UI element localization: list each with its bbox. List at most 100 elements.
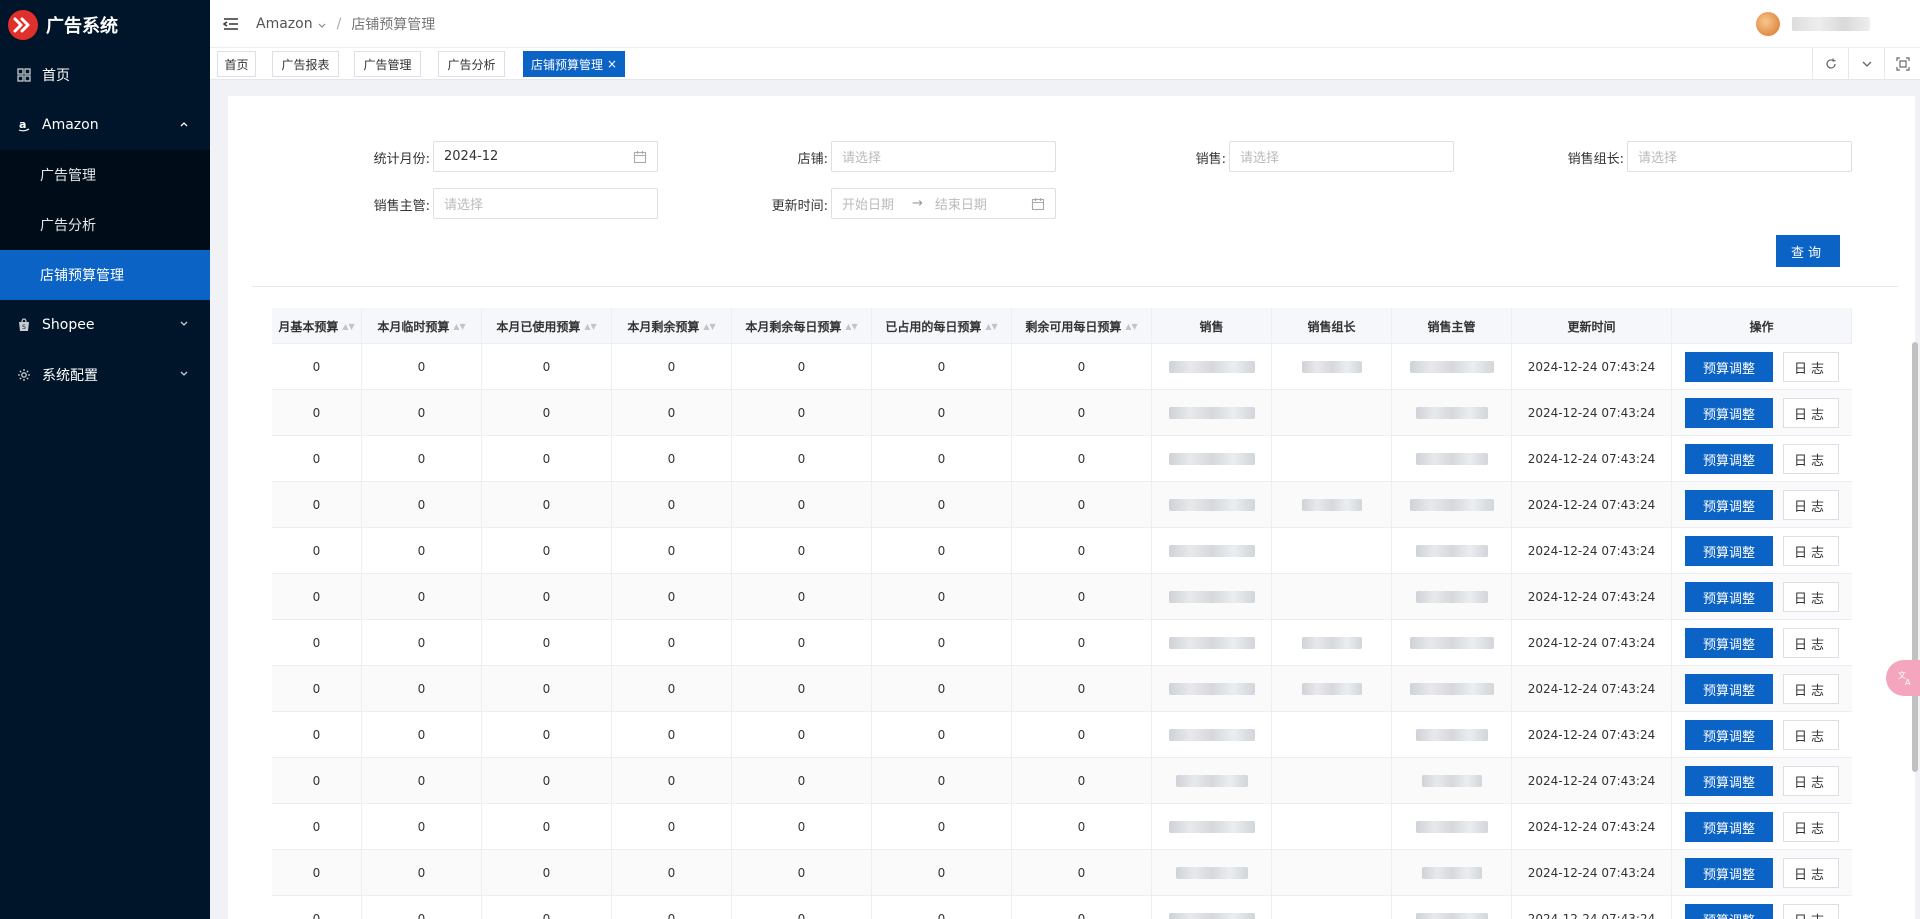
update-time-range-picker[interactable]: 开始日期 → 结束日期 [831, 188, 1056, 219]
sidebar-item-shop-budget[interactable]: 店铺预算管理 [0, 250, 210, 300]
translate-icon[interactable]: 文A [1886, 660, 1920, 696]
budget-adjust-button[interactable]: 预算调整 [1685, 536, 1773, 566]
fullscreen-icon[interactable] [1884, 48, 1920, 79]
actions-cell: 预算调整日志 [1672, 436, 1852, 482]
log-button[interactable]: 日志 [1783, 720, 1839, 750]
budget-cell: 0 [612, 896, 732, 919]
col-used-budget[interactable]: 本月已使用预算 ▲▼ [482, 308, 612, 344]
budget-adjust-button[interactable]: 预算调整 [1685, 720, 1773, 750]
log-button[interactable]: 日志 [1783, 536, 1839, 566]
breadcrumb: Amazon / 店铺预算管理 [256, 14, 435, 34]
sidebar-item-shopee[interactable]: S Shopee [0, 300, 210, 350]
tab-home[interactable]: 首页 [217, 51, 256, 77]
col-monthly-base-budget[interactable]: 月基本预算 ▲▼ [272, 308, 362, 344]
budget-adjust-button[interactable]: 预算调整 [1685, 352, 1773, 382]
tab-shop-budget[interactable]: 店铺预算管理 × [523, 51, 625, 77]
breadcrumb-current: 店铺预算管理 [351, 16, 436, 33]
tabs-bar: 首页 广告报表 广告管理 广告分析 店铺预算管理 × [210, 48, 1920, 80]
log-button[interactable]: 日志 [1783, 352, 1839, 382]
budget-table: 月基本预算 ▲▼ 本月临时预算 ▲▼ 本月已使用预算 ▲▼ 本月剩余预算 ▲▼ 本月剩余… [272, 308, 1852, 919]
breadcrumb-root[interactable]: Amazon [256, 16, 313, 32]
chevron-down-icon[interactable] [317, 19, 327, 29]
update-time-cell: 2024-12-24 07:43:24 [1512, 896, 1672, 919]
logo[interactable]: 广告系统 [0, 0, 210, 50]
refresh-icon[interactable] [1812, 48, 1848, 79]
log-button[interactable]: 日志 [1783, 582, 1839, 612]
sales-cell [1152, 528, 1272, 574]
budget-adjust-button[interactable]: 预算调整 [1685, 812, 1773, 842]
query-button[interactable]: 查询 [1776, 235, 1840, 267]
sort-icon[interactable]: ▲▼ [703, 322, 715, 331]
sales-manager-placeholder: 请选择 [444, 198, 484, 213]
sidebar-item-amazon[interactable]: a Amazon [0, 100, 210, 150]
grid-icon [16, 67, 32, 83]
log-button[interactable]: 日志 [1783, 398, 1839, 428]
sales-select[interactable]: 请选择 [1229, 141, 1454, 172]
budget-cell: 0 [612, 804, 732, 850]
close-icon[interactable]: × [607, 57, 617, 71]
tab-ad-report[interactable]: 广告报表 [272, 51, 339, 77]
sales-manager-select[interactable]: 请选择 [433, 188, 658, 219]
table-row: 00000002024-12-24 07:43:24预算调整日志 [272, 574, 1852, 620]
log-button[interactable]: 日志 [1783, 490, 1839, 520]
sort-icon[interactable]: ▲▼ [985, 322, 997, 331]
sidebar-item-settings[interactable]: 系统配置 [0, 350, 210, 400]
month-picker[interactable]: 2024-12 [433, 141, 658, 172]
col-label: 销售主管 [1427, 319, 1476, 334]
budget-cell: 0 [732, 850, 872, 896]
col-remaining-daily-budget[interactable]: 本月剩余每日预算 ▲▼ [732, 308, 872, 344]
tab-ad-analysis[interactable]: 广告分析 [438, 51, 505, 77]
budget-adjust-button[interactable]: 预算调整 [1685, 628, 1773, 658]
log-button[interactable]: 日志 [1783, 858, 1839, 888]
log-button[interactable]: 日志 [1783, 766, 1839, 796]
log-button[interactable]: 日志 [1783, 904, 1839, 919]
sidebar-item-home[interactable]: 首页 [0, 50, 210, 100]
budget-adjust-button[interactable]: 预算调整 [1685, 766, 1773, 796]
menu-fold-icon[interactable] [222, 15, 240, 33]
actions-cell: 预算调整日志 [1672, 712, 1852, 758]
budget-adjust-button[interactable]: 预算调整 [1685, 582, 1773, 612]
table-scrollbar[interactable] [1912, 342, 1918, 772]
sidebar: 广告系统 首页 a Amazon 广告管理 广告分析 店铺预算管理 S Shop… [0, 0, 210, 919]
budget-adjust-button[interactable]: 预算调整 [1685, 904, 1773, 919]
budget-adjust-button[interactable]: 预算调整 [1685, 858, 1773, 888]
budget-adjust-button[interactable]: 预算调整 [1685, 490, 1773, 520]
avatar[interactable] [1756, 12, 1780, 36]
sidebar-item-ad-analysis[interactable]: 广告分析 [0, 200, 210, 250]
tab-ad-management[interactable]: 广告管理 [354, 51, 421, 77]
sales-leader-cell [1272, 390, 1392, 436]
shop-select[interactable]: 请选择 [831, 141, 1056, 172]
sidebar-item-ad-management[interactable]: 广告管理 [0, 150, 210, 200]
budget-cell: 0 [482, 666, 612, 712]
budget-adjust-button[interactable]: 预算调整 [1685, 398, 1773, 428]
sort-icon[interactable]: ▲▼ [584, 322, 596, 331]
sales-leader-select[interactable]: 请选择 [1627, 141, 1852, 172]
col-label: 操作 [1749, 319, 1774, 334]
chevron-down-icon[interactable] [1848, 48, 1884, 79]
budget-cell: 0 [612, 758, 732, 804]
sort-icon[interactable]: ▲▼ [1125, 322, 1137, 331]
sort-icon[interactable]: ▲▼ [342, 322, 354, 331]
log-button[interactable]: 日志 [1783, 444, 1839, 474]
col-remaining-budget[interactable]: 本月剩余预算 ▲▼ [612, 308, 732, 344]
col-actions: 操作 [1672, 308, 1852, 344]
app-root: 广告系统 首页 a Amazon 广告管理 广告分析 店铺预算管理 S Shop… [0, 0, 1920, 919]
blurred-text [1168, 499, 1255, 511]
budget-cell: 0 [362, 482, 482, 528]
sort-icon[interactable]: ▲▼ [845, 322, 857, 331]
col-occupied-daily-budget[interactable]: 已占用的每日预算 ▲▼ [872, 308, 1012, 344]
log-button[interactable]: 日志 [1783, 674, 1839, 704]
budget-adjust-button[interactable]: 预算调整 [1685, 674, 1773, 704]
blurred-text [1409, 361, 1494, 373]
log-button[interactable]: 日志 [1783, 628, 1839, 658]
log-button[interactable]: 日志 [1783, 812, 1839, 842]
sort-icon[interactable]: ▲▼ [453, 322, 465, 331]
col-available-daily-budget[interactable]: 剩余可用每日预算 ▲▼ [1012, 308, 1152, 344]
user-menu[interactable] [1756, 12, 1870, 36]
budget-cell: 0 [272, 712, 362, 758]
svg-text:S: S [22, 324, 26, 331]
update-time-cell: 2024-12-24 07:43:24 [1512, 482, 1672, 528]
breadcrumb-separator: / [336, 15, 342, 32]
col-temp-budget[interactable]: 本月临时预算 ▲▼ [362, 308, 482, 344]
budget-adjust-button[interactable]: 预算调整 [1685, 444, 1773, 474]
